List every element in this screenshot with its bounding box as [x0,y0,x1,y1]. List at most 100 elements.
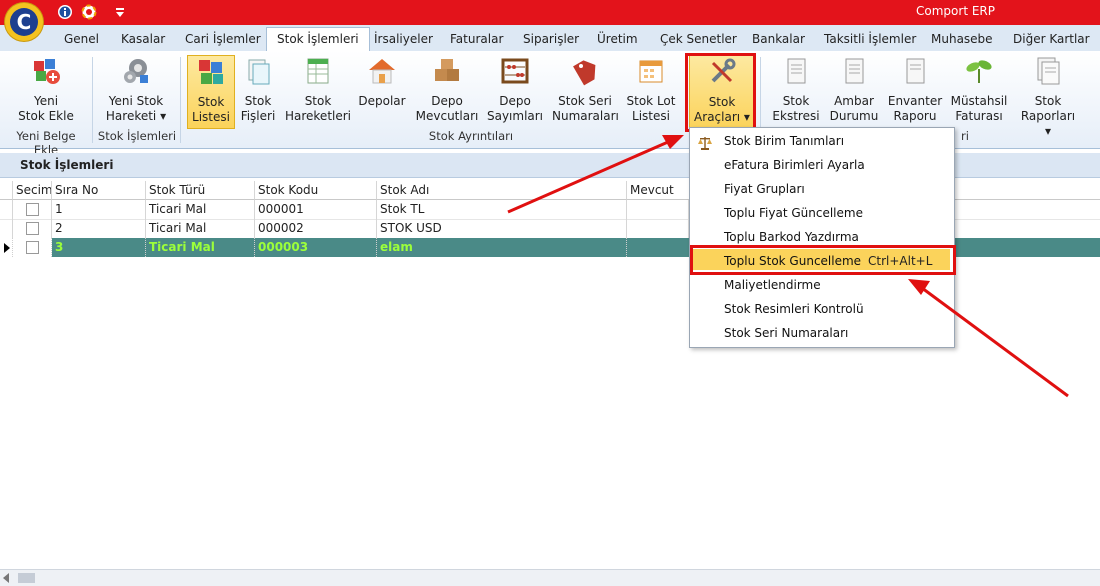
menu-item-stok-resimleri-kontrolu[interactable]: Stok Resimleri Kontrolü [724,302,864,316]
stok-seri-numaralari-button[interactable]: Stok Seri Numaraları [552,55,619,124]
plant-icon [966,60,992,83]
cell-stok-adi: STOK USD [377,219,627,238]
tab-cari-islemler[interactable]: Cari İşlemler [175,28,271,50]
yeni-stok-hareketi-label-1: Yeni Stok [108,94,164,108]
info-icon[interactable] [57,4,73,20]
annotation-highlight-box [685,53,756,132]
stok-ekstresi-label-2: Ekstresi [772,109,820,123]
add-cubes-icon [34,59,60,84]
col-header-secim[interactable]: Secim [13,181,52,200]
depolar-label: Depolar [358,94,406,108]
stok-fisleri-button[interactable]: Stok Fişleri [236,55,280,124]
ribbon-separator [92,57,93,143]
menu-item-stok-birim-tanimlari[interactable]: Stok Birim Tanımları [724,134,844,148]
tab-stok-islemleri[interactable]: Stok İşlemleri [266,27,370,52]
menu-item-stok-seri-numaralari[interactable]: Stok Seri Numaraları [724,326,848,340]
mustahsil-faturasi-button[interactable]: Müstahsil Faturası [950,55,1008,124]
menu-item-efatura-birimleri-ayarla[interactable]: eFatura Birimleri Ayarla [724,158,865,172]
spreadsheet-icon [307,58,329,84]
ambar-durumu-label-1: Ambar [834,94,874,108]
row-checkbox-cell[interactable] [13,219,52,238]
stok-lot-listesi-button[interactable]: Stok Lot Listesi [624,55,678,124]
report-icon [845,58,864,84]
depo-sayimlari-button[interactable]: Depo Sayımları [486,55,544,124]
app-logo-letter: C [10,8,38,36]
cell-mevcut [627,219,689,238]
row-checkbox[interactable] [26,241,39,254]
col-header-stok-adi[interactable]: Stok Adı [377,181,627,200]
calendar-icon [639,60,663,83]
stok-lot-listesi-label-1: Stok Lot [626,94,676,108]
tab-diger-kartlar[interactable]: Diğer Kartlar [1003,28,1100,50]
cell-sira-no: 1 [52,200,146,219]
horizontal-scrollbar[interactable] [0,569,1100,586]
menu-item-toplu-fiyat-guncelleme[interactable]: Toplu Fiyat Güncelleme [724,206,863,220]
tab-muhasebe[interactable]: Muhasebe [921,28,1003,50]
cell-sira-no: 2 [52,219,146,238]
tab-bankalar[interactable]: Bankalar [742,28,815,50]
report-icon [787,58,806,84]
cell-stok-turu: Ticari Mal [146,219,255,238]
current-row-arrow-icon [4,243,10,253]
tab-siparisler[interactable]: Siparişler [513,28,589,50]
lifebuoy-icon[interactable] [81,4,97,20]
envanter-raporu-label-2: Raporu [893,109,937,123]
yeni-stok-ekle-button[interactable]: Yeni Stok Ekle [14,55,78,124]
col-header-sira-no[interactable]: Sıra No [52,181,146,200]
col-header-stok-turu[interactable]: Stok Türü [146,181,255,200]
stok-listesi-label-1: Stok [197,95,225,109]
menu-item-fiyat-gruplari[interactable]: Fiyat Grupları [724,182,805,196]
depolar-button[interactable]: Depolar [358,55,406,109]
stok-ekstresi-label-1: Stok [782,94,810,108]
tab-irsaliyeler[interactable]: İrsaliyeler [364,28,443,50]
app-logo[interactable]: C [5,3,43,41]
envanter-raporu-button[interactable]: Envanter Raporu [886,55,944,124]
stok-fisleri-label-2: Fişleri [240,109,276,123]
gears-cube-icon [124,59,148,83]
documents-icon [248,59,270,85]
row-checkbox[interactable] [26,222,39,235]
tab-kasalar[interactable]: Kasalar [111,28,175,50]
dropdown-arrow-icon[interactable] [112,5,128,21]
row-checkbox[interactable] [26,203,39,216]
boxes-icon [435,59,459,81]
scroll-thumb[interactable] [18,573,35,583]
stok-listesi-button[interactable]: Stok Listesi [187,55,235,129]
scale-icon [698,137,712,150]
yeni-stok-hareketi-button[interactable]: Yeni Stok Hareketi ▾ [102,55,170,124]
tab-genel[interactable]: Genel [54,28,109,50]
cell-mevcut [627,200,689,219]
title-bar: Comport ERP [0,0,1100,25]
row-checkbox-cell[interactable] [13,238,52,257]
scroll-left-icon[interactable] [3,573,9,583]
tab-cek-senetler[interactable]: Çek Senetler [650,28,747,50]
col-header-stok-kodu[interactable]: Stok Kodu [255,181,377,200]
cell-stok-kodu: 000003 [255,238,377,257]
cell-stok-turu: Ticari Mal [146,200,255,219]
annotation-highlight-box [690,245,956,275]
stok-hareketleri-button[interactable]: Stok Hareketleri [284,55,352,124]
stok-listesi-label-2: Listesi [192,110,230,124]
yeni-stok-ekle-label-2: Stok Ekle [18,109,74,123]
tab-faturalar[interactable]: Faturalar [440,28,513,50]
row-checkbox-cell[interactable] [13,200,52,219]
menu-item-maliyetlendirme[interactable]: Maliyetlendirme [724,278,821,292]
cell-stok-adi: elam [377,238,627,257]
stok-fisleri-label-1: Stok [244,94,272,108]
depo-mevcutlari-button[interactable]: Depo Mevcutları [414,55,480,124]
tab-taksitli-islemler[interactable]: Taksitli İşlemler [814,28,926,50]
stok-araclari-dropdown-menu: Stok Birim Tanımları eFatura Birimleri A… [689,127,955,348]
ambar-durumu-button[interactable]: Ambar Durumu [828,55,880,124]
tab-uretim[interactable]: Üretim [587,28,648,50]
menu-item-toplu-barkod-yazdirma[interactable]: Toplu Barkod Yazdırma [724,230,859,244]
stok-raporlari-label-1: Stok [1034,94,1062,108]
cell-sira-no: 3 [52,238,146,257]
yeni-stok-hareketi-label-2: Hareketi ▾ [105,109,167,123]
stok-ekstresi-button[interactable]: Stok Ekstresi [770,55,822,124]
stok-lot-listesi-label-2: Listesi [632,109,670,123]
cell-stok-turu: Ticari Mal [146,238,255,257]
cell-stok-adi: Stok TL [377,200,627,219]
row-indicator-cell [0,200,13,219]
cubes-icon [199,60,223,84]
stok-raporlari-button[interactable]: Stok Raporları ▾ [1016,55,1080,139]
